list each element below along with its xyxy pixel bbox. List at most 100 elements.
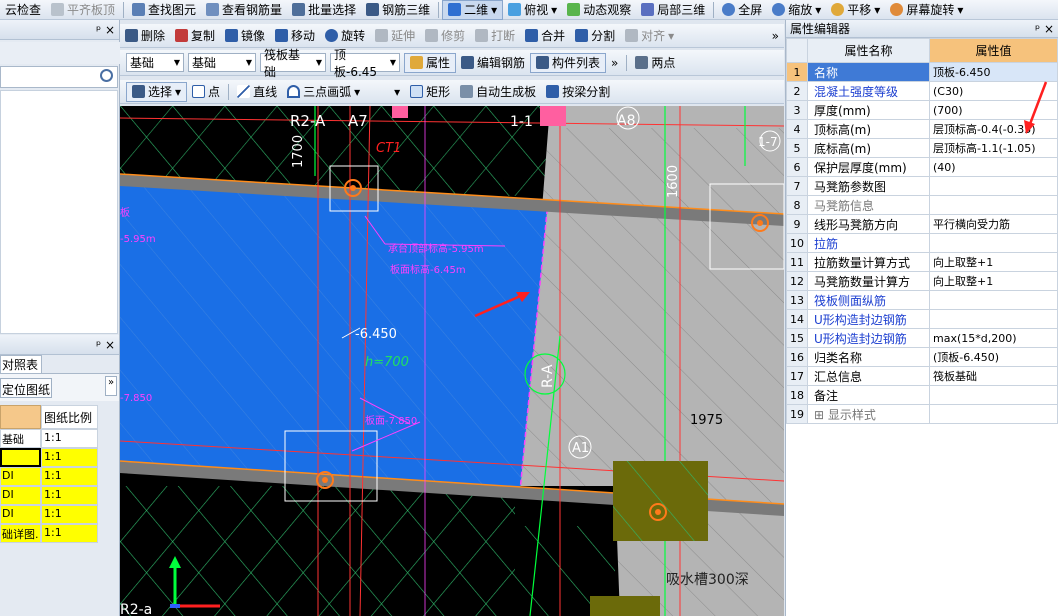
property-value[interactable]: 向上取整+1 xyxy=(929,252,1058,272)
property-value[interactable]: (顶板-6.450) xyxy=(929,347,1058,367)
property-value[interactable]: max(15*d,200) xyxy=(929,328,1058,348)
lower-toolbar: 定位图纸 » xyxy=(0,373,119,401)
lower-tab[interactable]: 对照表 xyxy=(0,355,42,373)
screen-rotate-button[interactable]: 屏幕旋转 ▾ xyxy=(885,0,968,20)
merge-button[interactable]: 合并 xyxy=(520,26,570,46)
property-value[interactable] xyxy=(929,195,1058,215)
align-slab-top-button[interactable]: 平齐板顶 xyxy=(46,0,120,20)
property-row[interactable]: 12 马凳筋数量计算方 向上取整+1 xyxy=(786,271,1058,291)
ratio-table-header: 图纸比例 xyxy=(0,405,100,429)
property-row[interactable]: 17 汇总信息 筏板基础 xyxy=(786,366,1058,386)
property-row[interactable]: 11 拉筋数量计算方式 向上取整+1 xyxy=(786,252,1058,272)
ratio-row[interactable]: 基础 1:1 xyxy=(0,429,100,448)
category-combo[interactable]: 基础 ▼ xyxy=(188,53,256,72)
rotate-button[interactable]: 旋转 xyxy=(320,26,370,46)
property-value[interactable]: 层顶标高-1.1(-1.05) xyxy=(929,138,1058,158)
property-editor-pin-close[interactable]: ᵖ × xyxy=(1035,22,1054,36)
left-toolbar-strip xyxy=(0,42,120,64)
edit-rebar-button[interactable]: 编辑钢筋 xyxy=(456,53,530,73)
rect-button[interactable]: 矩形 xyxy=(405,82,455,102)
property-value[interactable] xyxy=(929,404,1058,424)
edit-toolbar-overflow[interactable]: » xyxy=(767,26,784,46)
fullscreen-button[interactable]: 全屏 xyxy=(717,0,767,20)
property-row[interactable]: 5 底标高(m) 层顶标高-1.1(-1.05) xyxy=(786,138,1058,158)
lower-pane-pin-close[interactable]: ᵖ × xyxy=(96,338,115,352)
component-combo[interactable]: 顶板-6.45 ▼ xyxy=(330,48,400,79)
property-row[interactable]: 6 保护层厚度(mm) (40) xyxy=(786,157,1058,177)
auto-slab-button[interactable]: 自动生成板 xyxy=(455,82,541,102)
property-row[interactable]: 7 马凳筋参数图 xyxy=(786,176,1058,196)
batch-select-button[interactable]: 批量选择 xyxy=(287,0,361,20)
view-2d-button[interactable]: 二维 ▾ xyxy=(442,0,504,20)
arc-dropdown[interactable]: ▾ xyxy=(389,82,405,102)
drawing-canvas[interactable]: R2-A A7 CT1 A8 1-1 1-7 1700 1600 承台顶部标高-… xyxy=(120,106,784,616)
view-rebar-button[interactable]: 查看钢筋量 xyxy=(201,0,287,20)
rebar-3d-button[interactable]: 钢筋三维 xyxy=(361,0,435,20)
type-combo[interactable]: 筏板基础 ▼ xyxy=(260,48,326,79)
properties-button[interactable]: 属性 xyxy=(404,52,457,73)
property-value[interactable] xyxy=(929,385,1058,405)
dim-1600: 1600 xyxy=(666,165,681,198)
property-value[interactable]: 顶板-6.450 xyxy=(929,62,1058,82)
lower-toolbar-overflow[interactable]: » xyxy=(105,376,117,396)
search-icon[interactable] xyxy=(100,69,113,82)
property-value[interactable]: 平行横向受力筋 xyxy=(929,214,1058,234)
property-name: 保护层厚度(mm) xyxy=(807,157,930,177)
property-value[interactable]: (40) xyxy=(929,157,1058,177)
split-button[interactable]: 分割 xyxy=(570,26,620,46)
property-value[interactable] xyxy=(929,290,1058,310)
ratio-row[interactable]: DI 1:1 xyxy=(0,505,100,524)
zoom-button[interactable]: 缩放 ▾ xyxy=(767,0,826,20)
property-row[interactable]: 13 筏板侧面纵筋 xyxy=(786,290,1058,310)
extend-button[interactable]: 延伸 xyxy=(370,26,420,46)
property-value[interactable] xyxy=(929,309,1058,329)
property-name: 顶标高(m) xyxy=(807,119,930,139)
property-row[interactable]: 16 归类名称 (顶板-6.450) xyxy=(786,347,1058,367)
left-panel: ᵖ × ᵖ × 对照表 定位图纸 » 图纸比例 基础 1:1 1:1 DI 1:1 DI 1… xyxy=(0,20,120,616)
break-button[interactable]: 打断 xyxy=(470,26,520,46)
property-value[interactable] xyxy=(929,176,1058,196)
property-row[interactable]: 10 拉筋 xyxy=(786,233,1058,253)
two-point-button[interactable]: 两点 xyxy=(630,53,680,73)
prop-value-header: 属性值 xyxy=(929,38,1058,63)
pan-button[interactable]: 平移 ▾ xyxy=(826,0,885,20)
property-row[interactable]: 8 马凳筋信息 xyxy=(786,195,1058,215)
toolbar3-overflow[interactable]: » xyxy=(606,53,623,73)
top-view-button[interactable]: 俯视 ▾ xyxy=(503,0,562,20)
line-button[interactable]: 直线 xyxy=(232,82,282,102)
property-row[interactable]: 1 名称 顶板-6.450 xyxy=(786,62,1058,82)
point-button[interactable]: 点 xyxy=(187,82,225,102)
ratio-row[interactable]: DI 1:1 xyxy=(0,467,100,486)
property-name: 底标高(m) xyxy=(807,138,930,158)
trim-button[interactable]: 修剪 xyxy=(420,26,470,46)
component-list-button[interactable]: 构件列表 xyxy=(530,52,607,73)
cloud-check-button[interactable]: 云检查 xyxy=(0,0,46,20)
property-row[interactable]: 14 U形构造封边钢筋 xyxy=(786,309,1058,329)
locate-drawing-button[interactable]: 定位图纸 xyxy=(0,378,52,398)
ratio-row[interactable]: DI 1:1 xyxy=(0,486,100,505)
ratio-row[interactable]: 础详图. 1:1 xyxy=(0,524,100,543)
property-row[interactable]: 9 线形马凳筋方向 平行横向受力筋 xyxy=(786,214,1058,234)
find-element-button[interactable]: 查找图元 xyxy=(127,0,201,20)
property-row[interactable]: 19 ⊞ 显示样式 xyxy=(786,404,1058,424)
search-box[interactable] xyxy=(0,66,118,88)
orbit-button[interactable]: 动态观察 xyxy=(562,0,636,20)
select-button[interactable]: 选择 ▾ xyxy=(126,81,188,102)
property-value[interactable]: 向上取整+1 xyxy=(929,271,1058,291)
floor-combo[interactable]: 基础 ▼ xyxy=(126,53,184,72)
property-row[interactable]: 18 备注 xyxy=(786,385,1058,405)
delete-button[interactable]: 删除 xyxy=(120,26,170,46)
local-3d-button[interactable]: 局部三维 xyxy=(636,0,710,20)
ratio-row[interactable]: 1:1 xyxy=(0,448,100,467)
mirror-button[interactable]: 镜像 xyxy=(220,26,270,46)
property-value[interactable]: 筏板基础 xyxy=(929,366,1058,386)
property-row[interactable]: 15 U形构造封边钢筋 max(15*d,200) xyxy=(786,328,1058,348)
arc-button[interactable]: 三点画弧 ▾ xyxy=(282,82,365,102)
property-row-number: 18 xyxy=(786,385,808,405)
move-button[interactable]: 移动 xyxy=(270,26,320,46)
property-value[interactable] xyxy=(929,233,1058,253)
copy-button[interactable]: 复制 xyxy=(170,26,220,46)
split-by-beam-button[interactable]: 按梁分割 xyxy=(541,82,615,102)
align-button[interactable]: 对齐 ▾ xyxy=(620,26,679,46)
left-panel-pin-close[interactable]: ᵖ × xyxy=(96,23,115,37)
